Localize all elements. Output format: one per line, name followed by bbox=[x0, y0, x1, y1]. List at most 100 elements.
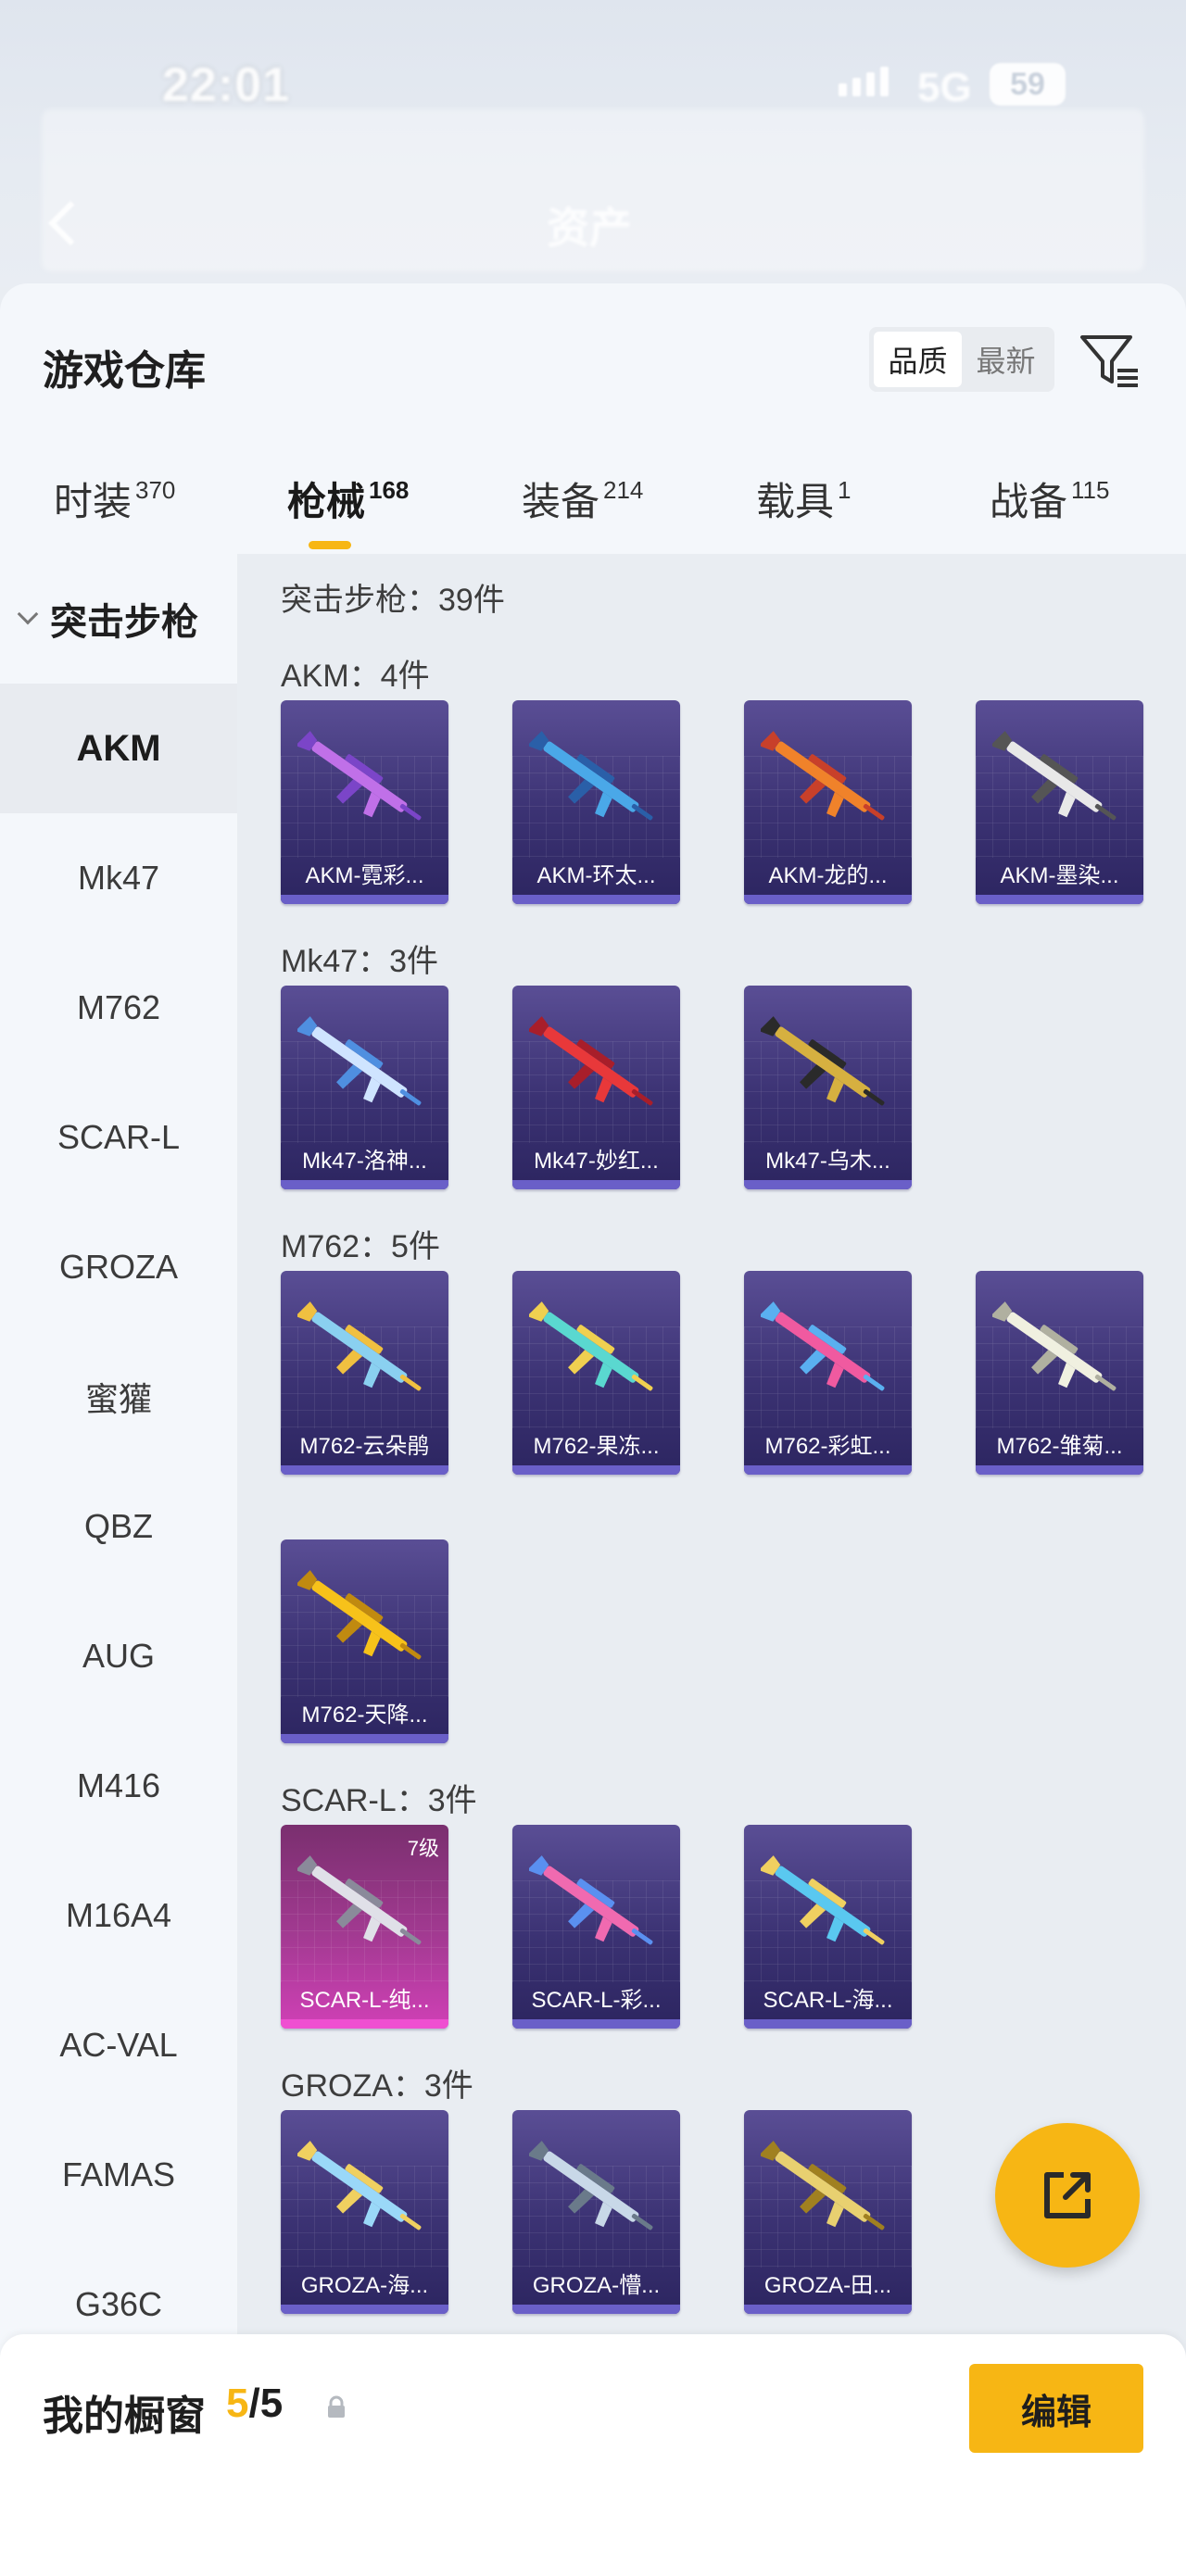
sort-option-quality[interactable]: 品质 bbox=[874, 332, 962, 387]
tab-firearms[interactable]: 枪械 168 bbox=[287, 471, 409, 527]
skin-name: M762-云朵鹃 bbox=[299, 1434, 430, 1459]
showcase-current: 5 bbox=[226, 2381, 249, 2426]
skin-name: M762-彩虹... bbox=[764, 1434, 891, 1459]
group-label-m762: M762：5件 bbox=[281, 1229, 440, 1264]
sidebar-item-famas[interactable]: FAMAS bbox=[0, 2110, 237, 2240]
weapon-skin-image bbox=[529, 1855, 653, 1945]
showcase-count: 5/5 bbox=[226, 2381, 283, 2427]
skin-name: M762-果冻... bbox=[533, 1434, 660, 1459]
skin-card[interactable]: GROZA-田... bbox=[744, 2110, 912, 2314]
sidebar-category-label: 突击步枪 bbox=[50, 602, 198, 643]
skin-name: GROZA-海... bbox=[300, 2273, 429, 2298]
sort-toggle[interactable]: 品质 最新 bbox=[869, 327, 1054, 392]
skin-card[interactable]: M762-天降... bbox=[281, 1539, 448, 1743]
skin-name: GROZA-懵... bbox=[532, 2273, 661, 2298]
skin-card[interactable]: M762-彩虹... bbox=[744, 1271, 912, 1475]
sidebar-item-m416[interactable]: M416 bbox=[0, 1721, 237, 1851]
tab-fashion[interactable]: 时装 370 bbox=[54, 471, 175, 527]
sheet-title: 游戏仓库 bbox=[43, 348, 206, 394]
tab-label: 载具 bbox=[756, 480, 835, 523]
sidebar-item-qbz[interactable]: QBZ bbox=[0, 1462, 237, 1591]
network-label: 5G bbox=[917, 65, 972, 110]
status-bar: 22:01 5G 59 资产 bbox=[0, 0, 1186, 287]
tab-count: 1 bbox=[838, 476, 852, 504]
showcase-bar: 我的橱窗 5/5 编辑 bbox=[0, 2334, 1186, 2576]
skin-name: AKM-龙的... bbox=[768, 863, 888, 888]
weapon-skin-image bbox=[529, 1301, 653, 1391]
share-button[interactable] bbox=[995, 2123, 1140, 2268]
category-tabs: 时装 370 枪械 168 装备 214 载具 1 战备 115 bbox=[0, 456, 1186, 558]
total-count-label: 突击步枪：39件 bbox=[281, 583, 505, 618]
weapon-skin-image bbox=[529, 731, 653, 821]
weapon-skin-image bbox=[529, 2141, 653, 2230]
group-label-akm: AKM：4件 bbox=[281, 659, 430, 694]
sort-option-newest[interactable]: 最新 bbox=[962, 332, 1050, 387]
skin-card[interactable]: M762-雏菊... bbox=[976, 1271, 1143, 1475]
tab-battle-gear[interactable]: 战备 115 bbox=[990, 471, 1109, 527]
skin-name: AKM-霓彩... bbox=[305, 863, 424, 888]
back-arrow-icon[interactable] bbox=[42, 195, 79, 250]
skin-name: SCAR-L-海... bbox=[763, 1988, 893, 2013]
weapon-skin-image bbox=[992, 731, 1117, 821]
showcase-total: /5 bbox=[248, 2381, 284, 2426]
group-label-mk47: Mk47：3件 bbox=[281, 944, 439, 979]
skin-card[interactable]: Mk47-妙红... bbox=[512, 986, 680, 1189]
group-label-groza: GROZA：3件 bbox=[281, 2068, 473, 2104]
skin-name: SCAR-L-彩... bbox=[531, 1988, 662, 2013]
sidebar-item-groza[interactable]: GROZA bbox=[0, 1202, 237, 1332]
weapon-skin-image bbox=[761, 2141, 885, 2230]
skin-name: AKM-墨染... bbox=[1000, 863, 1119, 888]
tab-vehicles[interactable]: 载具 1 bbox=[756, 471, 851, 527]
skin-card[interactable]: AKM-环太... bbox=[512, 700, 680, 904]
sidebar-item-ac-val[interactable]: AC-VAL bbox=[0, 1980, 237, 2110]
showcase-label: 我的橱窗 bbox=[43, 2394, 206, 2439]
skin-card[interactable]: SCAR-L-彩... bbox=[512, 1825, 680, 2029]
skin-card[interactable]: AKM-墨染... bbox=[976, 700, 1143, 904]
tab-count: 214 bbox=[603, 476, 644, 504]
skin-name: Mk47-洛神... bbox=[302, 1149, 427, 1174]
sidebar-item-scar-l[interactable]: SCAR-L bbox=[0, 1073, 237, 1202]
sidebar-category-header[interactable]: 突击步枪 bbox=[0, 554, 237, 684]
weapon-skin-image bbox=[761, 731, 885, 821]
tab-label: 战备 bbox=[990, 480, 1068, 523]
tab-count: 115 bbox=[1071, 476, 1110, 504]
tab-equipment[interactable]: 装备 214 bbox=[522, 471, 643, 527]
tab-count: 370 bbox=[135, 476, 176, 504]
blurred-page-title: 资产 bbox=[547, 204, 632, 252]
skin-card[interactable]: AKM-龙的... bbox=[744, 700, 912, 904]
skin-name: SCAR-L-纯... bbox=[299, 1988, 430, 2013]
edit-button[interactable]: 编辑 bbox=[969, 2364, 1143, 2453]
skin-card[interactable]: 7级 SCAR-L-纯... bbox=[281, 1825, 448, 2029]
skin-card[interactable]: AKM-霓彩... bbox=[281, 700, 448, 904]
weapon-skin-image bbox=[761, 1016, 885, 1106]
skin-card[interactable]: Mk47-乌木... bbox=[744, 986, 912, 1189]
skin-grid: 突击步枪：39件 AKM：4件 AKM-霓彩... AKM-环太... AKM-… bbox=[237, 554, 1186, 2576]
sidebar-item-mk47[interactable]: Mk47 bbox=[0, 813, 237, 943]
sidebar-item-honey-badger[interactable]: 蜜獾 bbox=[0, 1332, 237, 1462]
sidebar-item-akm[interactable]: AKM bbox=[0, 684, 237, 813]
weapon-skin-image bbox=[761, 1855, 885, 1945]
skin-card[interactable]: GROZA-懵... bbox=[512, 2110, 680, 2314]
weapon-sidebar: 突击步枪 AKM Mk47 M762 SCAR-L GROZA 蜜獾 QBZ A… bbox=[0, 554, 237, 2576]
battery-indicator: 59 bbox=[990, 63, 1066, 106]
tab-label: 时装 bbox=[54, 480, 132, 523]
weapon-skin-image bbox=[529, 1016, 653, 1106]
skin-name: M762-雏菊... bbox=[996, 1434, 1123, 1459]
sidebar-item-aug[interactable]: AUG bbox=[0, 1591, 237, 1721]
skin-card[interactable]: SCAR-L-海... bbox=[744, 1825, 912, 2029]
skin-card[interactable]: M762-云朵鹃 bbox=[281, 1271, 448, 1475]
group-label-scar-l: SCAR-L：3件 bbox=[281, 1783, 477, 1818]
sidebar-item-m762[interactable]: M762 bbox=[0, 943, 237, 1073]
weapon-skin-image bbox=[761, 1301, 885, 1391]
game-warehouse-sheet: 游戏仓库 品质 最新 时装 370 枪械 168 装备 214 载具 1 战备 115 突… bbox=[0, 283, 1186, 2576]
sidebar-item-m16a4[interactable]: M16A4 bbox=[0, 1851, 237, 1980]
skin-card[interactable]: M762-果冻... bbox=[512, 1271, 680, 1475]
chevron-down-icon bbox=[17, 603, 39, 625]
tab-label: 装备 bbox=[522, 480, 600, 523]
skin-name: GROZA-田... bbox=[763, 2273, 892, 2298]
skin-card[interactable]: GROZA-海... bbox=[281, 2110, 448, 2314]
weapon-skin-image bbox=[297, 731, 422, 821]
active-tab-indicator bbox=[309, 541, 351, 549]
skin-card[interactable]: Mk47-洛神... bbox=[281, 986, 448, 1189]
filter-icon[interactable] bbox=[1079, 332, 1142, 391]
